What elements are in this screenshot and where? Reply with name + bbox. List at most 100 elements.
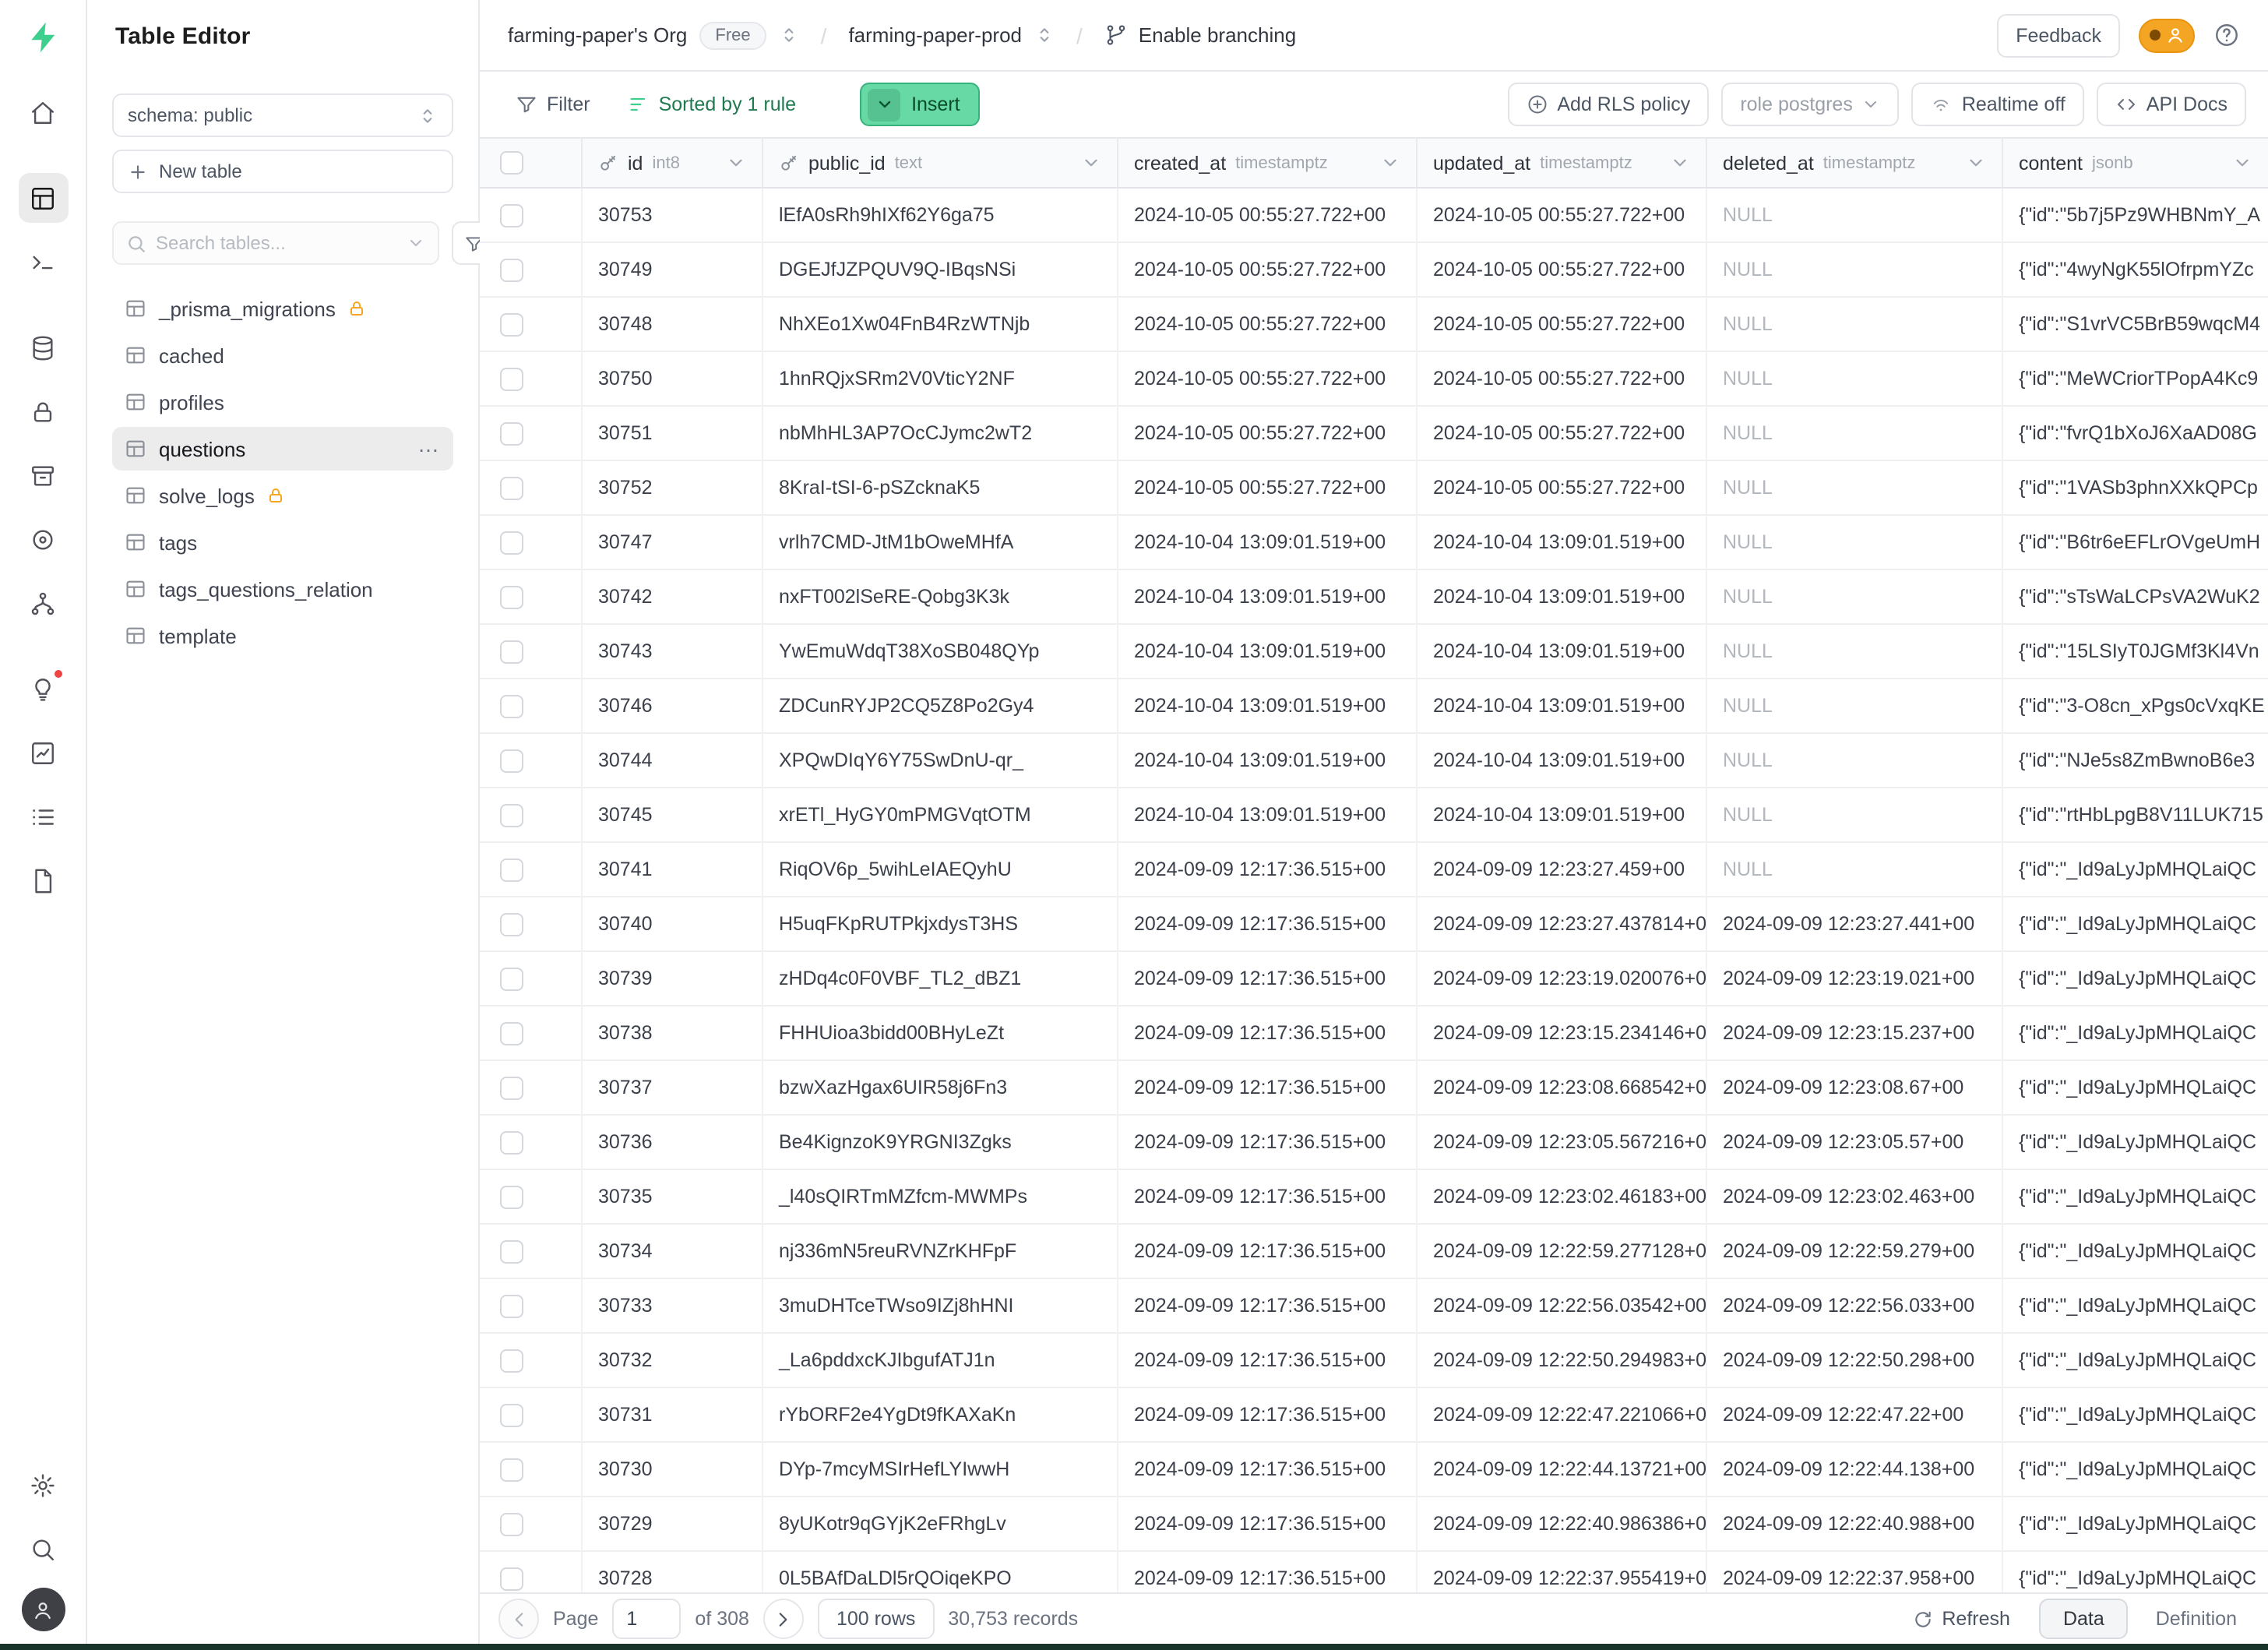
- cell-updated-at[interactable]: 2024-09-09 12:22:56.03542+00: [1418, 1279, 1707, 1332]
- cell-content[interactable]: {"id":"_Id9aLyJpMHQLaiQC: [2003, 1061, 2268, 1114]
- sidebar-table-item[interactable]: _prisma_migrations: [112, 287, 453, 330]
- row-checkbox[interactable]: [500, 1458, 523, 1481]
- cell-id[interactable]: 30745: [583, 788, 763, 841]
- authentication-icon[interactable]: [18, 386, 68, 436]
- cell-deleted-at[interactable]: 2024-09-09 12:23:15.237+00: [1707, 1007, 2003, 1059]
- edge-functions-icon[interactable]: [18, 514, 68, 564]
- table-row[interactable]: 30738 FHHUioa3bidd00BHyLeZt 2024-09-09 1…: [480, 1007, 2268, 1061]
- cell-content[interactable]: {"id":"_Id9aLyJpMHQLaiQC: [2003, 1116, 2268, 1169]
- table-row[interactable]: 30734 nj336mN5reuRVNZrKHFpF 2024-09-09 1…: [480, 1225, 2268, 1279]
- row-checkbox[interactable]: [500, 1349, 523, 1372]
- org-breadcrumb[interactable]: farming-paper's Org: [508, 23, 687, 47]
- cell-id[interactable]: 30751: [583, 407, 763, 460]
- table-row[interactable]: 30752 8KraI-tSI-6-pSZcknaK5 2024-10-05 0…: [480, 461, 2268, 516]
- row-checkbox[interactable]: [500, 367, 523, 390]
- cell-created-at[interactable]: 2024-10-05 00:55:27.722+00: [1118, 461, 1418, 514]
- account-status-badge[interactable]: [2139, 18, 2195, 52]
- table-editor-icon[interactable]: [18, 173, 68, 223]
- cell-content[interactable]: {"id":"sTsWaLCPsVA2WuK2: [2003, 570, 2268, 623]
- table-row[interactable]: 30748 NhXEo1Xw04FnB4RzWTNjb 2024-10-05 0…: [480, 298, 2268, 352]
- api-docs-button[interactable]: API Docs: [2097, 83, 2246, 126]
- cell-public-id[interactable]: DYp-7mcyMSIrHefLYIwwH: [763, 1443, 1118, 1496]
- cell-updated-at[interactable]: 2024-09-09 12:23:19.020076+00: [1418, 952, 1707, 1005]
- cell-public-id[interactable]: lEfA0sRh9hIXf62Y6ga75: [763, 189, 1118, 242]
- cell-created-at[interactable]: 2024-10-05 00:55:27.722+00: [1118, 298, 1418, 351]
- row-checkbox[interactable]: [500, 694, 523, 717]
- cell-deleted-at[interactable]: NULL: [1707, 570, 2003, 623]
- cell-content[interactable]: {"id":"_Id9aLyJpMHQLaiQC: [2003, 843, 2268, 896]
- cell-deleted-at[interactable]: NULL: [1707, 734, 2003, 787]
- table-row[interactable]: 30746 ZDCunRYJP2CQ5Z8Po2Gy4 2024-10-04 1…: [480, 679, 2268, 734]
- cell-id[interactable]: 30735: [583, 1170, 763, 1223]
- cell-created-at[interactable]: 2024-09-09 12:17:36.515+00: [1118, 1061, 1418, 1114]
- cell-public-id[interactable]: bzwXazHgax6UIR58j6Fn3: [763, 1061, 1118, 1114]
- cell-content[interactable]: {"id":"_Id9aLyJpMHQLaiQC: [2003, 1552, 2268, 1592]
- cell-id[interactable]: 30753: [583, 189, 763, 242]
- row-checkbox[interactable]: [500, 803, 523, 827]
- cell-id[interactable]: 30749: [583, 243, 763, 296]
- supabase-logo-icon[interactable]: [21, 16, 65, 59]
- cell-created-at[interactable]: 2024-09-09 12:17:36.515+00: [1118, 952, 1418, 1005]
- table-row[interactable]: 30730 DYp-7mcyMSIrHefLYIwwH 2024-09-09 1…: [480, 1443, 2268, 1497]
- cell-created-at[interactable]: 2024-09-09 12:17:36.515+00: [1118, 1170, 1418, 1223]
- cell-updated-at[interactable]: 2024-10-05 00:55:27.722+00: [1418, 461, 1707, 514]
- table-row[interactable]: 30737 bzwXazHgax6UIR58j6Fn3 2024-09-09 1…: [480, 1061, 2268, 1116]
- cell-updated-at[interactable]: 2024-09-09 12:23:08.668542+00: [1418, 1061, 1707, 1114]
- prev-page-button[interactable]: [498, 1599, 539, 1639]
- storage-icon[interactable]: [18, 450, 68, 500]
- row-checkbox[interactable]: [500, 203, 523, 227]
- cell-deleted-at[interactable]: NULL: [1707, 679, 2003, 732]
- cell-content[interactable]: {"id":"5b7j5Pz9WHBNmY_A: [2003, 189, 2268, 242]
- sidebar-table-item[interactable]: solve_logs: [112, 474, 453, 517]
- row-checkbox[interactable]: [500, 1239, 523, 1263]
- cell-deleted-at[interactable]: NULL: [1707, 461, 2003, 514]
- row-checkbox[interactable]: [500, 258, 523, 281]
- cell-public-id[interactable]: nbMhHL3AP7OcCJymc2wT2: [763, 407, 1118, 460]
- sidebar-table-item[interactable]: cached: [112, 333, 453, 377]
- cell-created-at[interactable]: 2024-09-09 12:17:36.515+00: [1118, 1334, 1418, 1387]
- cell-updated-at[interactable]: 2024-09-09 12:23:05.567216+00: [1418, 1116, 1707, 1169]
- column-menu-icon[interactable]: [1380, 153, 1400, 173]
- cell-deleted-at[interactable]: 2024-09-09 12:22:47.22+00: [1707, 1388, 2003, 1441]
- cell-created-at[interactable]: 2024-10-04 13:09:01.519+00: [1118, 788, 1418, 841]
- cell-updated-at[interactable]: 2024-10-05 00:55:27.722+00: [1418, 352, 1707, 405]
- cell-public-id[interactable]: 0L5BAfDaLDl5rQOiqeKPO: [763, 1552, 1118, 1592]
- table-row[interactable]: 30749 DGEJfJZPQUV9Q-IBqsNSi 2024-10-05 0…: [480, 243, 2268, 298]
- row-checkbox[interactable]: [500, 585, 523, 608]
- column-header[interactable]: id int8: [583, 139, 763, 187]
- cell-public-id[interactable]: YwEmuWdqT38XoSB048QYp: [763, 625, 1118, 678]
- sidebar-table-item[interactable]: tags: [112, 520, 453, 564]
- table-row[interactable]: 30728 0L5BAfDaLDl5rQOiqeKPO 2024-09-09 1…: [480, 1552, 2268, 1592]
- cell-deleted-at[interactable]: 2024-09-09 12:23:08.67+00: [1707, 1061, 2003, 1114]
- cell-deleted-at[interactable]: 2024-09-09 12:23:02.463+00: [1707, 1170, 2003, 1223]
- cell-id[interactable]: 30750: [583, 352, 763, 405]
- cell-updated-at[interactable]: 2024-10-05 00:55:27.722+00: [1418, 189, 1707, 242]
- project-switcher-icon[interactable]: [1034, 25, 1055, 45]
- cell-id[interactable]: 30742: [583, 570, 763, 623]
- cell-deleted-at[interactable]: NULL: [1707, 243, 2003, 296]
- cell-deleted-at[interactable]: NULL: [1707, 352, 2003, 405]
- cell-content[interactable]: {"id":"_Id9aLyJpMHQLaiQC: [2003, 1007, 2268, 1059]
- cell-created-at[interactable]: 2024-09-09 12:17:36.515+00: [1118, 1116, 1418, 1169]
- insert-dropdown-icon[interactable]: [868, 88, 900, 121]
- cell-public-id[interactable]: xrETl_HyGY0mPMGVqtOTM: [763, 788, 1118, 841]
- cell-created-at[interactable]: 2024-09-09 12:17:36.515+00: [1118, 843, 1418, 896]
- refresh-button[interactable]: Refresh: [1898, 1597, 2024, 1641]
- cell-updated-at[interactable]: 2024-10-04 13:09:01.519+00: [1418, 625, 1707, 678]
- column-header[interactable]: public_id text: [763, 139, 1118, 187]
- cell-deleted-at[interactable]: 2024-09-09 12:22:37.958+00: [1707, 1552, 2003, 1592]
- table-item-menu-icon[interactable]: …: [417, 433, 441, 464]
- cell-content[interactable]: {"id":"B6tr6eEFLrOVgeUmH: [2003, 516, 2268, 569]
- cell-content[interactable]: {"id":"_Id9aLyJpMHQLaiQC: [2003, 1279, 2268, 1332]
- cell-id[interactable]: 30734: [583, 1225, 763, 1278]
- cell-content[interactable]: {"id":"3-O8cn_xPgs0cVxqKE: [2003, 679, 2268, 732]
- insert-button[interactable]: Insert: [860, 83, 981, 126]
- row-checkbox[interactable]: [500, 312, 523, 336]
- cell-created-at[interactable]: 2024-09-09 12:17:36.515+00: [1118, 1007, 1418, 1059]
- cell-updated-at[interactable]: 2024-10-04 13:09:01.519+00: [1418, 734, 1707, 787]
- row-checkbox[interactable]: [500, 858, 523, 881]
- tab-definition[interactable]: Definition: [2143, 1599, 2249, 1639]
- database-icon[interactable]: [18, 323, 68, 372]
- cell-deleted-at[interactable]: 2024-09-09 12:23:05.57+00: [1707, 1116, 2003, 1169]
- cell-deleted-at[interactable]: 2024-09-09 12:22:50.298+00: [1707, 1334, 2003, 1387]
